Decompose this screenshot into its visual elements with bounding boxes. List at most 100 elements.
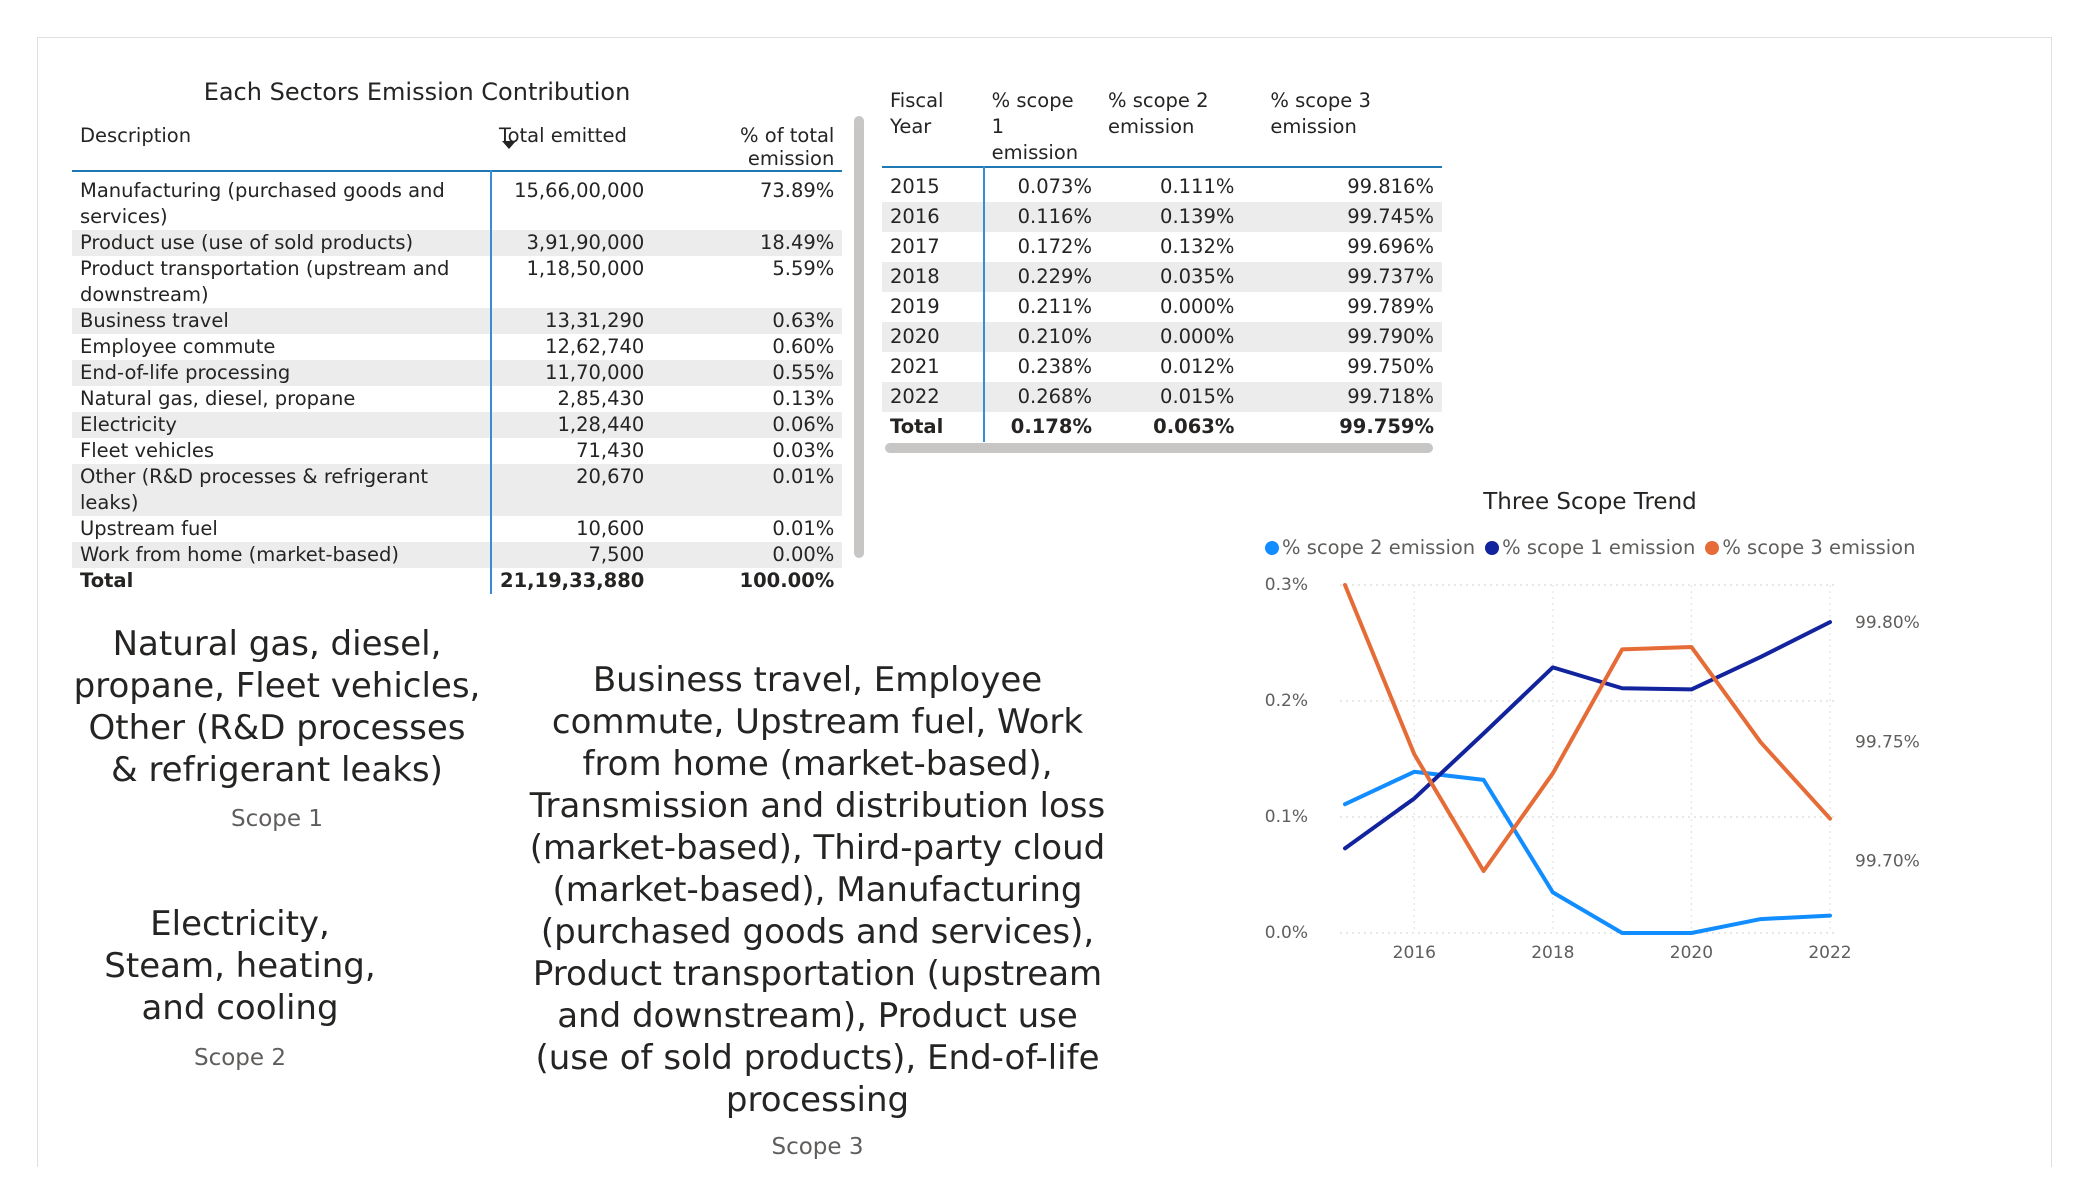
sector-table-title: Each Sectors Emission Contribution xyxy=(203,78,631,106)
cell-total-emitted: 12,62,740 xyxy=(545,335,645,358)
table-row[interactable]: Work from home (market-based) 7,500 0.00% xyxy=(72,542,843,568)
legend-item[interactable]: % scope 2 emission xyxy=(1265,536,1475,559)
cell-fiscal-year: 2017 xyxy=(882,232,985,262)
cell-fiscal-year: 2019 xyxy=(882,292,985,322)
column-header-scope1[interactable]: % scope 1 emission xyxy=(984,84,1100,167)
cell-percent-total: 0.13% xyxy=(772,387,835,410)
cell-description: Manufacturing (purchased goods and servi… xyxy=(72,171,492,230)
cell-total-emitted: 1,28,440 xyxy=(491,412,653,438)
cell-description: End-of-life processing xyxy=(72,360,492,386)
cell-scope3: 99.790% xyxy=(1242,322,1442,352)
cell-description: Fleet vehicles xyxy=(72,438,492,464)
x-tick-label: 2020 xyxy=(1670,943,1713,963)
cell-percent-total: 0.01% xyxy=(772,517,835,540)
cell-total-emitted: 13,31,290 xyxy=(491,308,653,334)
table-row[interactable]: Other (R&D processes & refrigerant leaks… xyxy=(72,464,843,516)
scope2-card-text: Electricity, Steam, heating, and cooling xyxy=(104,904,376,1028)
table-row[interactable]: Business travel 13,31,290 0.63% xyxy=(72,308,843,334)
scope3-card-label: Scope 3 xyxy=(771,1134,864,1160)
cell-scope1: 0.116% xyxy=(983,202,1100,232)
column-header-scope3[interactable]: % scope 3 emission xyxy=(1242,84,1442,167)
cell-description: Employee commute xyxy=(72,334,492,360)
column-header-percent-total[interactable]: % of total emission xyxy=(652,114,842,171)
cell-total-emitted: 1,18,50,000 xyxy=(526,257,645,280)
cell-description: Product use (use of sold products) xyxy=(72,230,492,256)
cell-description: Work from home (market-based) xyxy=(72,542,492,568)
table-row[interactable]: Product transportation (upstream and dow… xyxy=(72,256,842,308)
total-emitted: 21,19,33,880 xyxy=(500,569,645,592)
cell-percent-total: 0.06% xyxy=(652,412,843,438)
column-header-scope2[interactable]: % scope 2 emission xyxy=(1100,84,1242,167)
x-tick-label: 2018 xyxy=(1531,943,1574,963)
series-line--scope-3-emission xyxy=(1343,583,1832,874)
cell-scope2: 0.015% xyxy=(1099,382,1243,412)
cell-percent-total: 0.03% xyxy=(772,439,835,462)
cell-fiscal-year: 2022 xyxy=(882,382,985,412)
y-right-tick-label: 99.80% xyxy=(1855,613,1920,633)
table-row[interactable]: Manufacturing (purchased goods and servi… xyxy=(72,171,842,230)
table-row[interactable]: End-of-life processing 11,70,000 0.55% xyxy=(72,360,843,386)
cell-scope1: 0.268% xyxy=(983,382,1100,412)
horizontal-scrollbar[interactable] xyxy=(885,443,1433,453)
table-row[interactable]: 2021 0.238% 0.012% 99.750% xyxy=(882,352,1442,382)
table-row[interactable]: Fleet vehicles 71,430 0.03% xyxy=(72,438,842,464)
y-left-tick-label: 0.3% xyxy=(1265,575,1308,595)
cell-scope1: 0.229% xyxy=(983,262,1100,292)
cell-total-emitted: 3,91,90,000 xyxy=(491,230,653,256)
cell-description: Business travel xyxy=(72,308,492,334)
cell-scope2: 0.035% xyxy=(1099,262,1243,292)
legend-dot-icon xyxy=(1705,540,1720,555)
table-row[interactable]: Product use (use of sold products) 3,91,9… xyxy=(72,230,843,256)
cell-scope1: 0.172% xyxy=(1017,235,1092,258)
column-header-fiscal-year[interactable]: Fiscal Year xyxy=(882,84,984,167)
sector-emission-table-visual[interactable]: Each Sectors Emission Contribution Descr… xyxy=(72,74,872,604)
table-row[interactable]: 2019 0.211% 0.000% 99.789% xyxy=(882,292,1442,322)
cell-scope3: 99.789% xyxy=(1347,295,1434,318)
cell-description: Natural gas, diesel, propane xyxy=(72,386,492,412)
cell-scope2: 0.012% xyxy=(1160,355,1235,378)
cell-fiscal-year: 2016 xyxy=(882,202,985,232)
table-row[interactable]: 2015 0.073% 0.111% 99.816% xyxy=(882,167,1442,202)
x-tick-label: 2022 xyxy=(1808,943,1851,963)
three-scope-trend-chart[interactable]: 0.0% 0.1% 0.2% 0.3% 99.70% 99.75% 99.80% 2016 20… xyxy=(1250,560,1950,980)
column-header-description[interactable]: Description xyxy=(72,114,491,171)
total-label: Total xyxy=(882,412,985,442)
cell-scope1: 0.210% xyxy=(983,322,1100,352)
table-total-row: Total 0.178% 0.063% 99.759% xyxy=(882,412,1442,442)
cell-percent-total: 0.63% xyxy=(652,308,843,334)
table-row[interactable]: Employee commute 12,62,740 0.60% xyxy=(72,334,842,360)
table-row[interactable]: 2016 0.116% 0.139% 99.745% xyxy=(882,202,1442,232)
fiscal-year-table: Fiscal Year % scope 1 emission % scope 2… xyxy=(882,84,1442,442)
y-left-tick-label: 0.2% xyxy=(1265,691,1308,711)
cell-percent-total: 0.01% xyxy=(652,464,843,516)
table-row[interactable]: 2022 0.268% 0.015% 99.718% xyxy=(882,382,1442,412)
cell-scope2: 0.000% xyxy=(1099,322,1243,352)
table-row[interactable]: 2017 0.172% 0.132% 99.696% xyxy=(882,232,1442,262)
legend-item[interactable]: % scope 1 emission xyxy=(1485,536,1695,559)
cell-percent-total: 73.89% xyxy=(759,179,835,202)
fiscal-year-table-visual[interactable]: Fiscal Year % scope 1 emission % scope 2… xyxy=(882,84,1442,464)
x-tick-label: 2016 xyxy=(1393,943,1436,963)
cell-percent-total: 5.59% xyxy=(772,257,835,280)
table-total-row: Total 21,19,33,880 100.00% xyxy=(72,568,842,594)
legend-label: % scope 1 emission xyxy=(1502,536,1696,559)
table-row[interactable]: Natural gas, diesel, propane 2,85,430 0.13… xyxy=(72,386,842,412)
cell-scope2: 0.139% xyxy=(1099,202,1243,232)
legend-item[interactable]: % scope 3 emission xyxy=(1705,536,1915,559)
table-row[interactable]: Electricity 1,28,440 0.06% xyxy=(72,412,843,438)
cell-scope1: 0.238% xyxy=(1017,355,1092,378)
cell-scope1: 0.211% xyxy=(1017,295,1092,318)
table-row[interactable]: Upstream fuel 10,600 0.01% xyxy=(72,516,842,542)
cell-percent-total: 0.60% xyxy=(772,335,835,358)
cell-total-emitted: 2,85,430 xyxy=(557,387,645,410)
cell-description: Product transportation (upstream and dow… xyxy=(72,256,492,308)
vertical-scrollbar[interactable] xyxy=(854,116,864,558)
sort-descending-icon[interactable] xyxy=(502,141,516,149)
chart-legend: % scope 2 emission % scope 1 emission % sc… xyxy=(1265,536,1915,559)
scope1-card-text: Natural gas, diesel, propane, Fleet vehi… xyxy=(73,624,481,790)
cell-total-emitted: 71,430 xyxy=(576,439,645,462)
table-row[interactable]: 2018 0.229% 0.035% 99.737% xyxy=(882,262,1442,292)
cell-scope3: 99.737% xyxy=(1242,262,1442,292)
cell-percent-total: 18.49% xyxy=(652,230,843,256)
table-row[interactable]: 2020 0.210% 0.000% 99.790% xyxy=(882,322,1442,352)
